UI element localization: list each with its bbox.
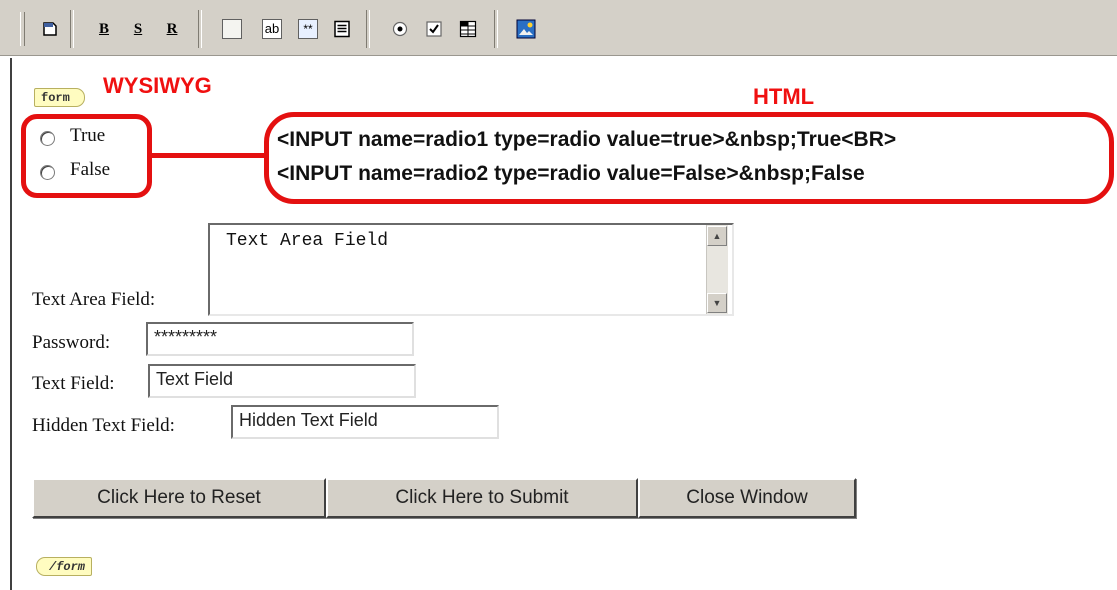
close-window-button[interactable]: Close Window	[638, 478, 856, 518]
text-field-label: Text Field:	[32, 373, 115, 394]
form-end-tag[interactable]: /form	[36, 557, 93, 576]
html-code-line: <INPUT name=radio1 type=radio value=true…	[277, 128, 897, 151]
radio-false[interactable]	[40, 165, 55, 180]
list-icon[interactable]	[458, 18, 478, 40]
checkbox-icon[interactable]	[424, 18, 444, 40]
textarea-value: Text Area Field	[226, 231, 389, 251]
toolbar-separator	[366, 10, 370, 48]
hidden-text-field[interactable]: Hidden Text Field	[231, 405, 499, 439]
text-field[interactable]: Text Field	[148, 364, 416, 398]
s-button[interactable]: S	[128, 18, 148, 40]
html-code-line: <INPUT name=radio2 type=radio value=Fals…	[277, 162, 865, 185]
radio-icon[interactable]	[390, 18, 410, 40]
annotation-connector-line	[150, 153, 267, 158]
image-icon[interactable]	[516, 18, 536, 40]
submit-button[interactable]: Click Here to Submit	[326, 478, 638, 518]
html-label: HTML	[753, 84, 815, 109]
textarea-field[interactable]: Text Area Field	[208, 223, 734, 316]
reset-button[interactable]: Click Here to Reset	[32, 478, 326, 518]
textarea-field-label: Text Area Field:	[32, 289, 156, 310]
toolbar-separator	[70, 10, 74, 48]
password-field[interactable]: *********	[146, 322, 414, 356]
toolbar-separator	[198, 10, 202, 48]
toolbar-grip	[20, 12, 25, 46]
page-icon[interactable]	[40, 18, 60, 40]
hidden-text-field-label: Hidden Text Field:	[32, 415, 175, 436]
textfield-icon[interactable]: ab	[262, 19, 282, 39]
radio-true-label: True	[70, 125, 106, 146]
textarea-icon[interactable]	[332, 18, 352, 40]
password-label: Password:	[32, 332, 111, 353]
bold-button[interactable]: B	[94, 18, 114, 40]
toolbar-separator	[494, 10, 498, 48]
form-start-tag[interactable]: form	[34, 88, 85, 107]
wysiwyg-label: WYSIWYG	[103, 73, 212, 98]
scroll-down-arrow-icon[interactable]: ▼	[707, 293, 727, 313]
editor-toolbar: B S R ab **	[0, 0, 1117, 56]
radio-false-label: False	[70, 159, 111, 180]
blank-box-icon[interactable]	[222, 19, 242, 39]
password-field-icon[interactable]: **	[298, 19, 318, 39]
r-button[interactable]: R	[162, 18, 182, 40]
radio-true[interactable]	[40, 131, 55, 146]
scroll-up-arrow-icon[interactable]: ▲	[707, 226, 727, 246]
html-highlight-box	[264, 112, 1114, 204]
